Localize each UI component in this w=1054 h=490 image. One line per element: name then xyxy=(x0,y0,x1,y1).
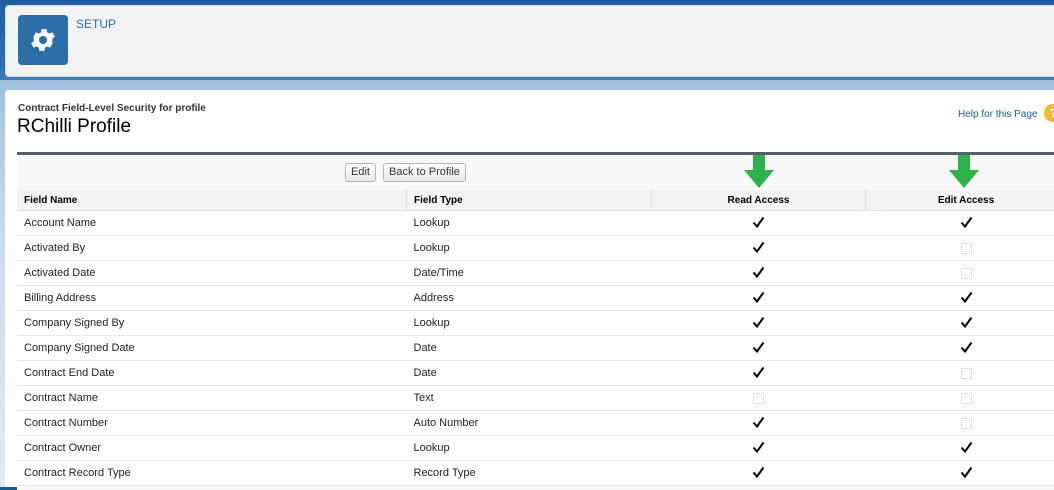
edit-access-checked xyxy=(961,468,972,479)
table-row: Activated DateDate/Time xyxy=(17,261,1054,286)
edit-button[interactable]: Edit xyxy=(345,163,376,182)
setup-tile[interactable] xyxy=(18,15,68,65)
field-type-cell: Text xyxy=(407,386,652,411)
read-access-cell xyxy=(652,261,866,286)
edit-access-unchecked xyxy=(961,268,972,279)
table-row: Account NameLookup xyxy=(17,211,1054,236)
edit-access-unchecked xyxy=(961,243,972,254)
table-row: Company Signed ByLookup xyxy=(17,311,1054,336)
table-row: Billing AddressAddress xyxy=(17,286,1054,311)
read-access-cell xyxy=(652,411,866,436)
field-name-cell: Contract Record Type xyxy=(17,461,407,486)
read-access-cell xyxy=(652,361,866,386)
field-name-cell: Contract Name xyxy=(17,386,407,411)
field-name-cell: Contract Number xyxy=(17,411,407,436)
edit-access-checked xyxy=(961,343,972,354)
field-name-cell: Account Name xyxy=(17,211,407,236)
read-access-checked xyxy=(753,268,764,279)
edit-access-cell xyxy=(866,411,1054,436)
field-type-cell: Date/Time xyxy=(407,261,652,286)
column-header-field-name: Field Name xyxy=(17,190,407,211)
field-type-cell: Address xyxy=(407,286,652,311)
edit-access-cell xyxy=(866,211,1054,236)
table-row: Activated ByLookup xyxy=(17,236,1054,261)
field-name-cell: Contract End Date xyxy=(17,361,407,386)
read-access-unchecked xyxy=(753,393,764,404)
table-row: Contract NumberAuto Number xyxy=(17,411,1054,436)
gear-icon xyxy=(28,25,58,55)
edit-access-checked xyxy=(961,218,972,229)
field-type-cell: Date xyxy=(407,336,652,361)
arrow-down-icon xyxy=(744,155,774,189)
edit-access-unchecked xyxy=(961,368,972,379)
table-row: Contract Record TypeRecord Type xyxy=(17,461,1054,486)
edit-access-unchecked xyxy=(961,393,972,404)
read-access-cell xyxy=(652,286,866,311)
read-access-checked xyxy=(753,443,764,454)
setup-header: SETUP xyxy=(5,5,1054,77)
read-access-checked xyxy=(753,243,764,254)
edit-access-cell xyxy=(866,361,1054,386)
table-row: Contract End DateDate xyxy=(17,361,1054,386)
edit-access-cell xyxy=(866,461,1054,486)
read-access-checked xyxy=(753,293,764,304)
table-row: Contract OwnerLookup xyxy=(17,436,1054,461)
field-name-cell: Billing Address xyxy=(17,286,407,311)
field-name-cell: Activated Date xyxy=(17,261,407,286)
field-name-cell: Company Signed Date xyxy=(17,336,407,361)
read-access-cell xyxy=(652,211,866,236)
read-access-cell xyxy=(652,386,866,411)
field-type-cell: Record Type xyxy=(407,461,652,486)
read-access-checked xyxy=(753,343,764,354)
page-title: RChilli Profile xyxy=(17,116,131,138)
read-access-checked xyxy=(753,318,764,329)
edit-access-unchecked xyxy=(961,418,972,429)
column-header-read-access: Read Access xyxy=(652,190,866,211)
help-icon[interactable]: ? xyxy=(1044,104,1054,122)
edit-access-checked xyxy=(961,318,972,329)
column-header-edit-access: Edit Access xyxy=(866,190,1054,211)
table-row: Contract NameText xyxy=(17,386,1054,411)
field-name-cell: Contract Owner xyxy=(17,436,407,461)
read-access-checked xyxy=(753,468,764,479)
help-link[interactable]: Help for this Page xyxy=(958,109,1038,120)
edit-access-cell xyxy=(866,436,1054,461)
read-access-checked xyxy=(753,418,764,429)
field-security-table: Field Name Field Type Read Access Edit A… xyxy=(17,190,1054,486)
field-name-cell: Company Signed By xyxy=(17,311,407,336)
field-type-cell: Auto Number xyxy=(407,411,652,436)
arrow-down-icon xyxy=(949,155,979,189)
edit-access-checked xyxy=(961,443,972,454)
setup-label[interactable]: SETUP xyxy=(76,17,116,31)
main-content: Contract Field-Level Security for profil… xyxy=(5,90,1054,487)
read-access-cell xyxy=(652,436,866,461)
read-access-checked xyxy=(753,368,764,379)
field-type-cell: Lookup xyxy=(407,436,652,461)
field-type-cell: Lookup xyxy=(407,211,652,236)
edit-access-cell xyxy=(866,336,1054,361)
edit-access-checked xyxy=(961,293,972,304)
read-access-cell xyxy=(652,336,866,361)
edit-access-cell xyxy=(866,236,1054,261)
field-type-cell: Lookup xyxy=(407,236,652,261)
field-type-cell: Lookup xyxy=(407,311,652,336)
page-subtitle: Contract Field-Level Security for profil… xyxy=(18,103,206,114)
edit-access-cell xyxy=(866,386,1054,411)
table-row: Company Signed DateDate xyxy=(17,336,1054,361)
table-header-row: Field Name Field Type Read Access Edit A… xyxy=(17,190,1054,211)
back-to-profile-button[interactable]: Back to Profile xyxy=(383,163,466,182)
column-header-field-type: Field Type xyxy=(407,190,652,211)
read-access-cell xyxy=(652,236,866,261)
edit-access-cell xyxy=(866,261,1054,286)
field-type-cell: Date xyxy=(407,361,652,386)
edit-access-cell xyxy=(866,311,1054,336)
field-name-cell: Activated By xyxy=(17,236,407,261)
button-row: Edit Back to Profile xyxy=(17,155,1054,189)
read-access-checked xyxy=(753,218,764,229)
read-access-cell xyxy=(652,311,866,336)
read-access-cell xyxy=(652,461,866,486)
edit-access-cell xyxy=(866,286,1054,311)
field-security-panel: Edit Back to Profile Field Name Field Ty… xyxy=(17,152,1054,490)
